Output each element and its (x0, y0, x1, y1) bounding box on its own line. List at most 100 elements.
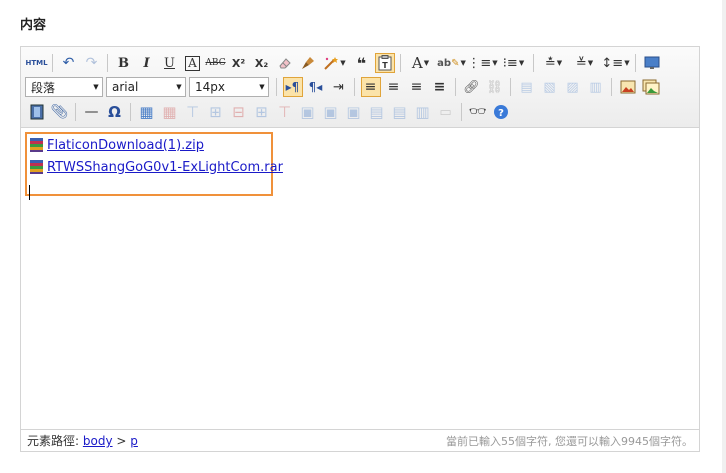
line-height-button[interactable]: ↕≡ ▼ (601, 53, 629, 73)
paperclip-icon: 📎︎ (50, 104, 69, 120)
line-height-icon: ↕≡ (601, 55, 624, 71)
html-source-button[interactable]: HTML (25, 53, 47, 73)
strikethrough-button[interactable]: ABC (205, 53, 226, 73)
merge-down-icon: ▣ (346, 103, 361, 121)
split-rows-button[interactable]: ▤ (390, 102, 410, 122)
row-spacing-top-button[interactable]: ≛ ▼ (540, 53, 568, 73)
image-left-button[interactable]: ▧ (540, 77, 560, 97)
special-chars-button[interactable]: Ω (105, 102, 125, 122)
horizontal-rule-button[interactable]: — (82, 102, 102, 122)
image-icon (620, 80, 635, 94)
rtl-icon: ¶◂ (308, 80, 323, 94)
background-color-button[interactable]: ab✎ ▼ (437, 53, 466, 73)
superscript-button[interactable]: X² (229, 53, 249, 73)
link-icon: 🔗︎ (463, 79, 480, 95)
row-spacing-bottom-button[interactable]: ≚ ▼ (571, 53, 599, 73)
blockquote-button[interactable]: ❝ (352, 53, 372, 73)
unordered-list-button[interactable]: ⁝≡ ▼ (500, 53, 528, 73)
toolbar-row-3: 📎︎ — Ω ▦ ▦ ⊤ ⊞ ⊟ ⊞ ⊤ ▣ ▣ ▣ ▤ ▤ ▥ ▭ 👓︎ ? (25, 100, 512, 124)
direction-ltr-button[interactable]: ▸¶ (282, 77, 303, 97)
link-button[interactable]: 🔗︎ (462, 77, 482, 97)
remove-format-button[interactable] (275, 53, 295, 73)
insert-col-icon: ⊞ (255, 103, 268, 121)
align-center-button[interactable]: ≡ (384, 77, 404, 97)
search-replace-button[interactable]: 👓︎ (468, 102, 488, 122)
magic-wand-icon (324, 57, 339, 70)
omega-icon: Ω (108, 103, 121, 121)
bold-button[interactable]: B (114, 53, 134, 73)
paragraph-format-select[interactable]: 段落 ▼ (25, 77, 103, 97)
paste-text-icon: T (378, 55, 391, 71)
insert-row-button[interactable]: ⊞ (206, 102, 226, 122)
font-family-select[interactable]: arial ▼ (106, 77, 186, 97)
redo-button[interactable]: ↷ (82, 53, 102, 73)
separator (455, 78, 456, 96)
unlink-button[interactable]: ⛓︎ (485, 77, 505, 97)
multi-image-button[interactable] (641, 77, 661, 97)
image-right-button[interactable]: ▨ (563, 77, 583, 97)
merge-cells-button[interactable]: ▣ (298, 102, 318, 122)
merge-down-button[interactable]: ▣ (344, 102, 364, 122)
brush-icon (301, 57, 314, 69)
bold-icon: B (118, 55, 129, 71)
svg-text:?: ? (498, 108, 504, 119)
subscript-button[interactable]: X₂ (252, 53, 272, 73)
underline-button[interactable]: U (160, 53, 180, 73)
page-scrollbar[interactable] (722, 0, 726, 473)
align-justify-button[interactable]: ≡ (430, 77, 450, 97)
insert-table-button[interactable]: ▦ (137, 102, 157, 122)
path-body-link[interactable]: body (83, 434, 113, 448)
paste-plain-button[interactable]: T (374, 53, 395, 73)
attachment-button[interactable]: 📎︎ (50, 102, 70, 122)
font-size-select[interactable]: 14px ▼ (189, 77, 269, 97)
font-color-button[interactable]: A ▼ (407, 53, 435, 73)
monitor-icon (644, 56, 659, 69)
table-properties-button[interactable]: ▭ (436, 102, 456, 122)
attachment-link[interactable]: RTWSShangGoG0v1-ExLightCom.rar (47, 160, 283, 175)
strikethrough-icon: ABC (205, 58, 226, 68)
help-button[interactable]: ? (491, 102, 511, 122)
insert-paragraph-before-table-button[interactable]: ⊤ (183, 102, 203, 122)
attachment-line: FlaticonDownload(1).zip (30, 136, 204, 154)
separator (107, 54, 108, 72)
archive-icon (30, 138, 43, 152)
font-family-value: arial (112, 80, 139, 94)
preview-button[interactable] (642, 53, 662, 73)
delete-table-button[interactable]: ▦ (160, 102, 180, 122)
path-p-link[interactable]: p (130, 434, 138, 448)
merge-right-button[interactable]: ▣ (321, 102, 341, 122)
font-border-button[interactable]: A (183, 53, 203, 73)
indent-button[interactable]: ⇥ (329, 77, 349, 97)
insert-col-button[interactable]: ⊞ (252, 102, 272, 122)
ordered-list-button[interactable]: ⋮≡ ▼ (467, 53, 497, 73)
align-center-icon: ≡ (387, 79, 400, 95)
delete-col-button[interactable]: ⊤ (275, 102, 295, 122)
format-painter-button[interactable] (298, 53, 318, 73)
split-cols-button[interactable]: ▥ (413, 102, 433, 122)
direction-rtl-button[interactable]: ¶◂ (306, 77, 326, 97)
align-left-button[interactable]: ≡ (360, 77, 381, 97)
superscript-icon: X² (231, 56, 246, 70)
editor-content[interactable]: FlaticonDownload(1).zip RTWSShangGoG0v1-… (21, 128, 699, 429)
italic-button[interactable]: I (137, 53, 157, 73)
split-cells-button[interactable]: ▤ (367, 102, 387, 122)
image-center-button[interactable]: ▥ (586, 77, 606, 97)
insert-video-button[interactable] (27, 102, 47, 122)
auto-format-button[interactable]: ▼ (321, 53, 349, 73)
image-left-icon: ▧ (543, 79, 556, 95)
attachment-link[interactable]: FlaticonDownload(1).zip (47, 138, 204, 153)
image-none-button[interactable]: ▤ (517, 77, 537, 97)
delete-row-button[interactable]: ⊟ (229, 102, 249, 122)
separator (276, 78, 277, 96)
chevron-down-icon: ▼ (259, 83, 265, 91)
paragraph-format-value: 段落 (31, 80, 56, 95)
insert-row-icon: ⊞ (209, 103, 222, 121)
separator (52, 54, 53, 72)
align-justify-icon: ≡ (433, 79, 446, 95)
insert-image-button[interactable] (618, 77, 638, 97)
unordered-list-icon: ⁝≡ (502, 55, 518, 71)
chevron-down-icon: ▼ (93, 83, 99, 91)
separator (354, 78, 355, 96)
undo-button[interactable]: ↶ (59, 53, 79, 73)
align-right-button[interactable]: ≡ (407, 77, 427, 97)
